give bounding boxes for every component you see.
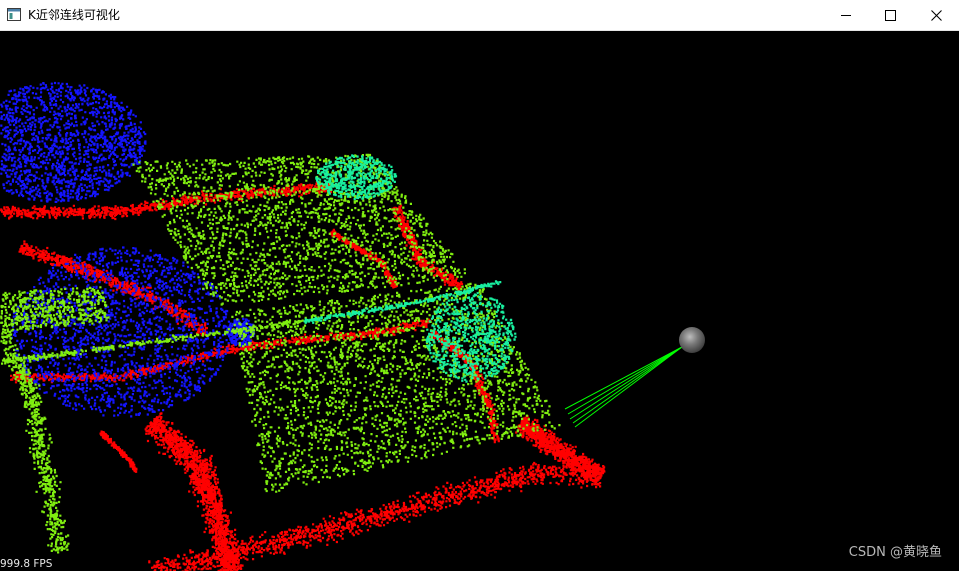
point-cluster	[0, 181, 606, 571]
knn-line	[572, 346, 683, 424]
knn-line	[574, 346, 683, 428]
knn-line	[569, 346, 683, 420]
app-window: K近邻连线可视化 999.8 FPS CSDN @黄晓鱼	[0, 0, 959, 571]
fps-counter: 999.8 FPS	[0, 558, 53, 570]
title-bar[interactable]: K近邻连线可视化	[0, 0, 959, 31]
minimize-icon	[840, 14, 851, 16]
point-cloud-red	[0, 181, 606, 571]
query-point-sphere[interactable]	[679, 327, 705, 353]
minimize-button[interactable]	[823, 0, 869, 30]
app-window-icon	[7, 8, 21, 21]
close-icon	[930, 9, 942, 21]
window-title: K近邻连线可视化	[28, 8, 120, 22]
knn-neighbor-lines	[564, 346, 683, 428]
maximize-button[interactable]	[867, 0, 913, 30]
watermark-text: CSDN @黄晓鱼	[848, 545, 942, 560]
close-button[interactable]	[913, 0, 959, 30]
render-viewport[interactable]: 999.8 FPS CSDN @黄晓鱼	[0, 31, 959, 571]
maximize-icon	[884, 9, 896, 21]
knn-line	[564, 346, 683, 410]
point-cloud-scene[interactable]	[0, 31, 959, 571]
knn-line	[567, 346, 683, 415]
